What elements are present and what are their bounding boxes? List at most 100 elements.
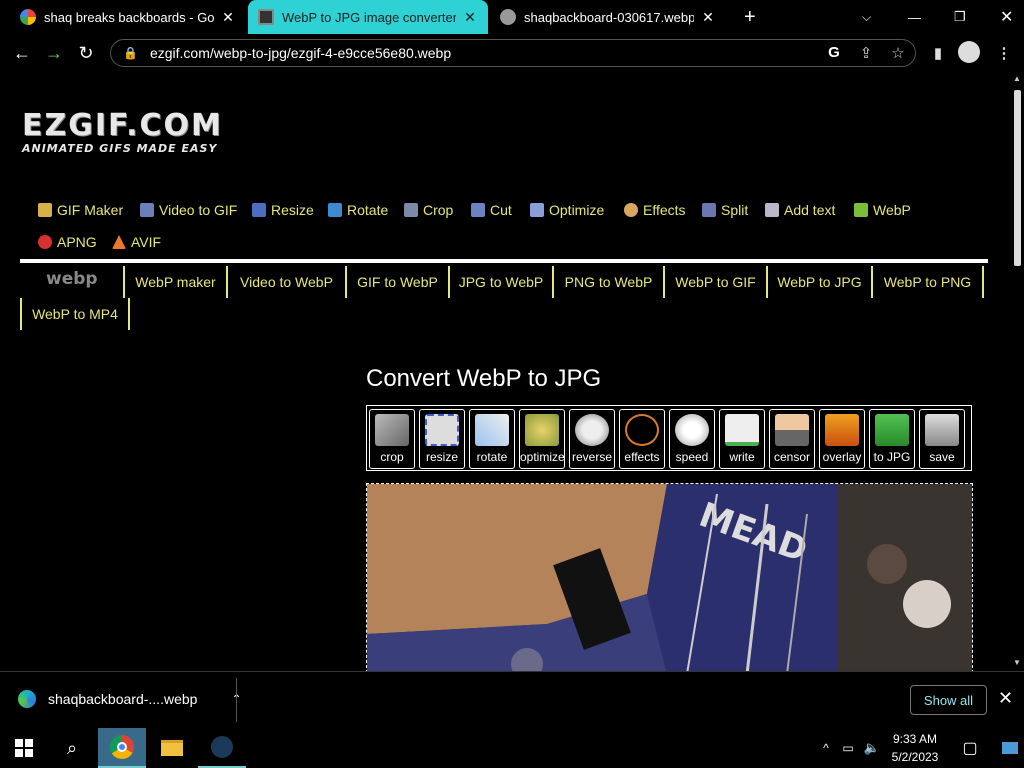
download-shelf: shaqbackboard-....webp ⌃ Show all ✕ bbox=[0, 671, 1024, 728]
system-clock[interactable]: 9:33 AM 5/2/2023 bbox=[884, 730, 946, 766]
subnav-webp-to-mp4[interactable]: WebP to MP4 bbox=[20, 298, 130, 330]
subnav-jpg-to-webp[interactable]: JPG to WebP bbox=[450, 266, 554, 298]
tool-save[interactable]: save bbox=[919, 409, 965, 469]
image-preview: MEAD bbox=[366, 483, 973, 671]
notification-icon[interactable]: ▢ bbox=[958, 728, 982, 768]
subnav-webp-to-gif[interactable]: WebP to GIF bbox=[665, 266, 768, 298]
ezgif-logo[interactable]: EZGIF.COM ANIMATED GIFS MADE EASY bbox=[22, 110, 223, 156]
nav-crop[interactable]: Crop bbox=[404, 202, 453, 218]
scroll-thumb[interactable] bbox=[1014, 90, 1021, 266]
subnav-video-to-webp[interactable]: Video to WebP bbox=[228, 266, 347, 298]
url-text: ezgif.com/webp-to-jpg/ezgif-4-e9cce56e80… bbox=[149, 45, 452, 61]
windows-taskbar: ⌕ ^ ▭ 🔈 9:33 AM 5/2/2023 ▢ bbox=[0, 728, 1024, 768]
write-tool-icon bbox=[725, 414, 759, 446]
new-tab-button[interactable]: + bbox=[734, 0, 762, 34]
tool-effects[interactable]: effects bbox=[619, 409, 665, 469]
forward-icon[interactable]: → bbox=[42, 42, 66, 64]
tool-write[interactable]: write bbox=[719, 409, 765, 469]
page-title: Convert WebP to JPG bbox=[366, 365, 602, 392]
nav-rotate[interactable]: Rotate bbox=[328, 202, 388, 218]
subnav-gif-to-webp[interactable]: GIF to WebP bbox=[347, 266, 450, 298]
minimize-button[interactable]: — bbox=[898, 0, 922, 34]
webp-logo: webp bbox=[46, 269, 98, 289]
ezgif-icon bbox=[258, 9, 274, 25]
back-icon[interactable]: ← bbox=[10, 42, 34, 64]
nav-webp[interactable]: WebP bbox=[854, 202, 911, 218]
nav-gif-maker[interactable]: GIF Maker bbox=[38, 202, 123, 218]
rotate-tool-icon bbox=[475, 414, 509, 446]
show-desktop-button[interactable] bbox=[1000, 728, 1020, 768]
tab-webp-file[interactable]: shaqbackboard-030617.webp (12 ✕ bbox=[490, 0, 726, 34]
subnav-png-to-webp[interactable]: PNG to WebP bbox=[554, 266, 665, 298]
taskbar-chrome[interactable] bbox=[98, 728, 146, 768]
google-lens-icon[interactable]: G bbox=[824, 44, 844, 61]
taskbar-file-explorer[interactable] bbox=[148, 728, 196, 768]
search-icon[interactable]: ⌕ bbox=[48, 728, 96, 768]
tool-resize[interactable]: resize bbox=[419, 409, 465, 469]
tray-overflow-icon[interactable]: ^ bbox=[816, 728, 836, 768]
folder-icon bbox=[161, 740, 183, 756]
tool-overlay[interactable]: overlay bbox=[819, 409, 865, 469]
subnav-webp-maker[interactable]: WebP maker bbox=[123, 266, 228, 298]
resize-tool-icon bbox=[425, 414, 459, 446]
text-icon bbox=[765, 203, 779, 217]
save-tool-icon bbox=[925, 414, 959, 446]
tab-ezgif[interactable]: WebP to JPG image converter - s ✕ bbox=[248, 0, 488, 34]
nav-avif[interactable]: AVIF bbox=[112, 234, 161, 250]
tab-strip: shaq breaks backboards - Google ✕ WebP t… bbox=[0, 0, 1024, 34]
tool-optimize[interactable]: optimize bbox=[519, 409, 565, 469]
subnav-webp-to-jpg[interactable]: WebP to JPG bbox=[768, 266, 873, 298]
page-scrollbar[interactable]: ▲ ▼ bbox=[1011, 72, 1024, 671]
download-filename: shaqbackboard-....webp bbox=[48, 691, 198, 707]
subnav-webp-to-png[interactable]: WebP to PNG bbox=[873, 266, 984, 298]
close-tab-icon[interactable]: ✕ bbox=[462, 9, 478, 26]
tool-speed[interactable]: speed bbox=[669, 409, 715, 469]
taskbar-steam[interactable] bbox=[198, 728, 246, 768]
tool-reverse[interactable]: reverse bbox=[569, 409, 615, 469]
volume-icon[interactable]: 🔈 bbox=[862, 728, 882, 768]
nav-resize[interactable]: Resize bbox=[252, 202, 314, 218]
close-window-button[interactable]: ✕ bbox=[990, 0, 1014, 34]
start-button[interactable] bbox=[0, 728, 48, 768]
restore-button[interactable]: ❐ bbox=[944, 0, 968, 34]
edge-file-icon bbox=[18, 690, 36, 708]
nav-video-to-gif[interactable]: Video to GIF bbox=[140, 202, 237, 218]
tool-rotate[interactable]: rotate bbox=[469, 409, 515, 469]
chrome-icon bbox=[110, 735, 134, 759]
optimize-icon bbox=[530, 203, 544, 217]
close-tab-icon[interactable]: ✕ bbox=[220, 9, 236, 26]
speed-tool-icon bbox=[675, 414, 709, 446]
nav-effects[interactable]: Effects bbox=[624, 202, 686, 218]
download-item[interactable]: shaqbackboard-....webp ⌃ bbox=[18, 690, 242, 708]
nav-cut[interactable]: Cut bbox=[471, 202, 512, 218]
share-icon[interactable]: ⇪ bbox=[856, 44, 876, 62]
tool-to-jpg[interactable]: to JPG bbox=[869, 409, 915, 469]
menu-kebab-icon[interactable]: ⋮ bbox=[994, 44, 1014, 62]
scroll-down-icon[interactable]: ▼ bbox=[1013, 658, 1021, 667]
show-all-button[interactable]: Show all bbox=[910, 685, 987, 715]
windows-logo-icon bbox=[15, 739, 33, 757]
close-download-bar-icon[interactable]: ✕ bbox=[998, 688, 1013, 709]
address-bar[interactable]: 🔒 ezgif.com/webp-to-jpg/ezgif-4-e9cce56e… bbox=[110, 39, 916, 67]
nav-optimize[interactable]: Optimize bbox=[530, 202, 604, 218]
side-panel-icon[interactable]: ▮ bbox=[928, 44, 948, 62]
nav-add-text[interactable]: Add text bbox=[765, 202, 835, 218]
close-tab-icon[interactable]: ✕ bbox=[700, 9, 716, 26]
network-icon[interactable]: ▭ bbox=[838, 728, 858, 768]
reverse-tool-icon bbox=[575, 414, 609, 446]
crop-icon bbox=[404, 203, 418, 217]
split-icon bbox=[702, 203, 716, 217]
tab-search-icon[interactable]: ⌵ bbox=[852, 0, 876, 34]
tab-google-search[interactable]: shaq breaks backboards - Google ✕ bbox=[10, 0, 246, 34]
tool-strip: crop resize rotate optimize reverse effe… bbox=[366, 405, 972, 471]
scroll-up-icon[interactable]: ▲ bbox=[1013, 74, 1021, 83]
cut-icon bbox=[471, 203, 485, 217]
bookmark-star-icon[interactable]: ☆ bbox=[888, 44, 908, 62]
nav-apng[interactable]: APNG bbox=[38, 234, 97, 250]
globe-icon bbox=[500, 9, 516, 25]
tool-censor[interactable]: censor bbox=[769, 409, 815, 469]
profile-avatar[interactable] bbox=[958, 41, 980, 63]
tool-crop[interactable]: crop bbox=[369, 409, 415, 469]
reload-icon[interactable]: ↻ bbox=[74, 42, 98, 64]
nav-split[interactable]: Split bbox=[702, 202, 748, 218]
